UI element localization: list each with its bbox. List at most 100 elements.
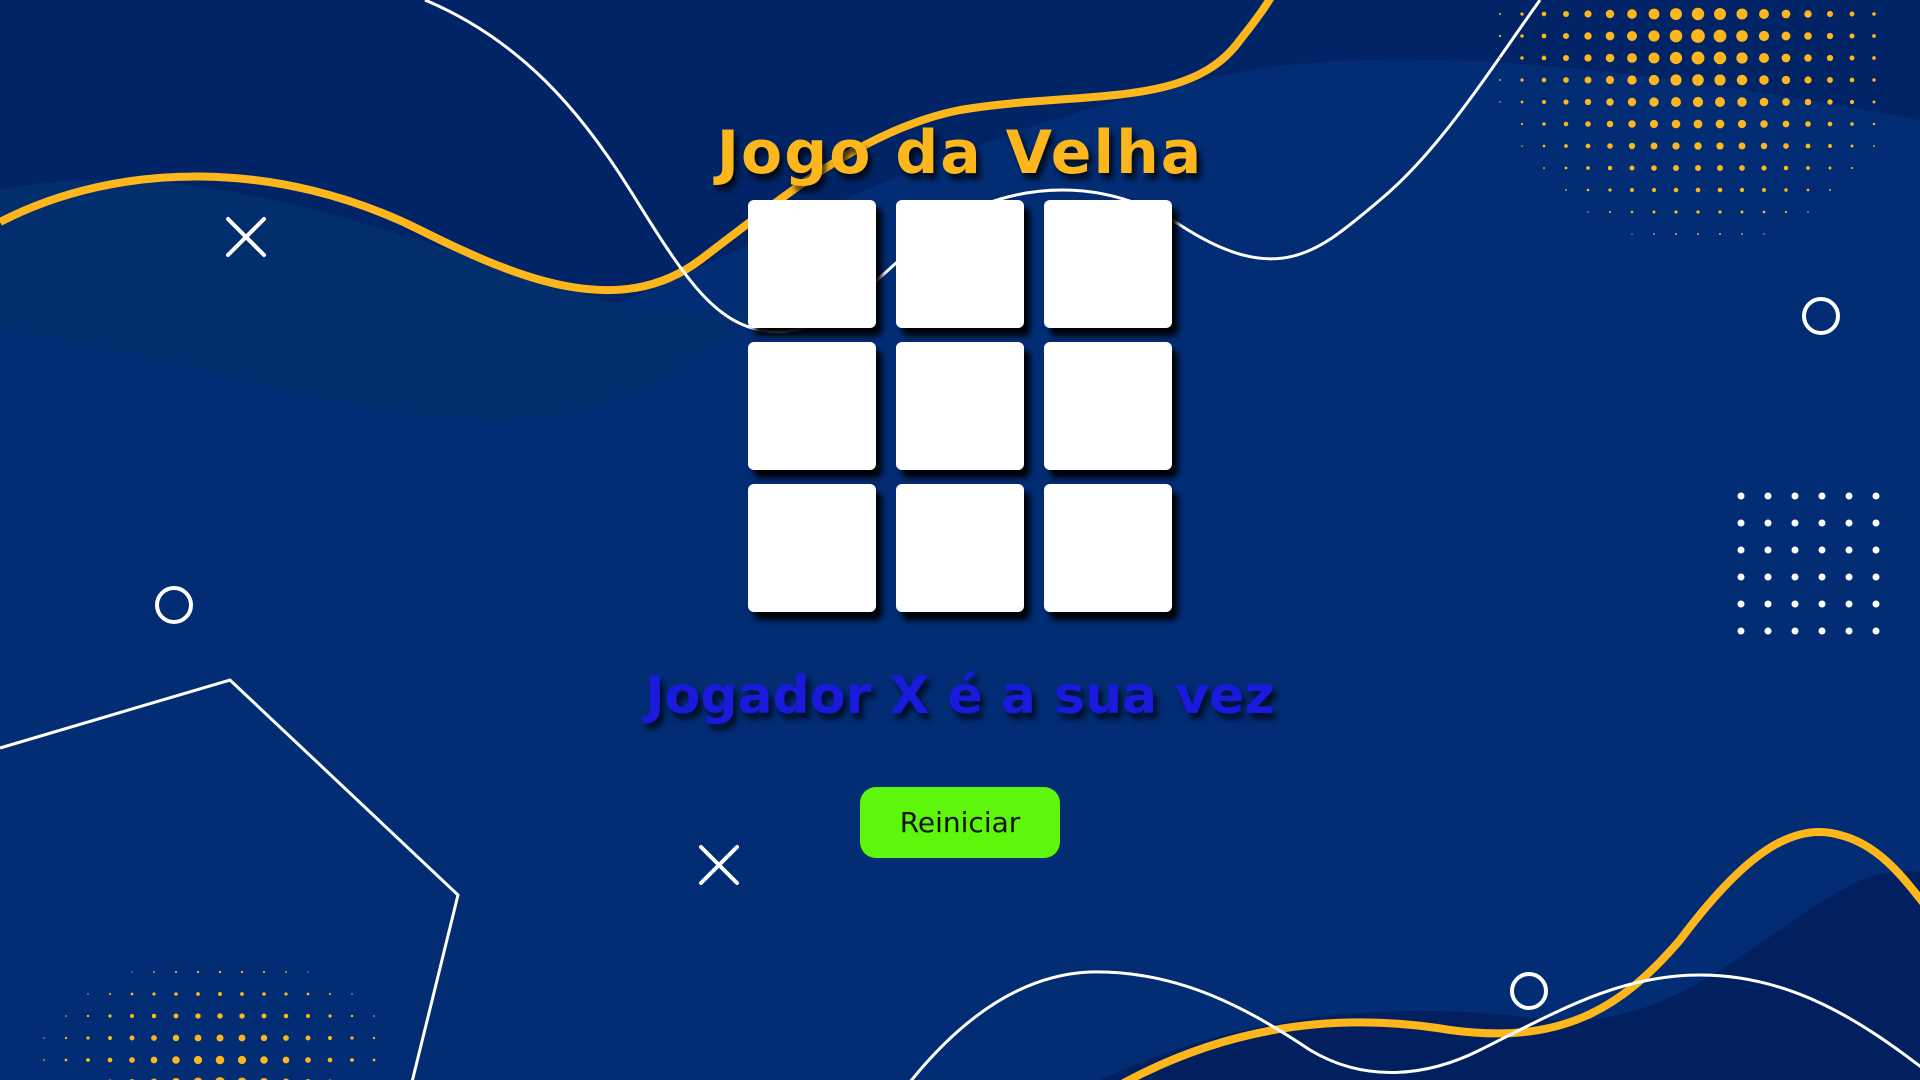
- board-cell-3[interactable]: [1044, 200, 1172, 328]
- decor-dot: [131, 971, 133, 973]
- decor-dot: [1872, 100, 1876, 104]
- decor-dot: [218, 992, 222, 996]
- board-cell-5[interactable]: [896, 342, 1024, 470]
- decor-dot: [1845, 627, 1853, 635]
- decor-dot: [1541, 99, 1547, 105]
- decor-dot: [1605, 53, 1615, 63]
- decor-dot: [1520, 12, 1524, 16]
- decor-dot: [129, 1057, 135, 1063]
- decor-dot: [1498, 56, 1502, 60]
- decor-dot: [1520, 34, 1524, 38]
- decor-dot: [1562, 54, 1570, 62]
- board-cell-7[interactable]: [748, 484, 876, 612]
- decor-dot: [194, 1034, 202, 1042]
- decor-dot: [1584, 54, 1592, 62]
- decor-dot: [1781, 9, 1791, 19]
- decor-dot: [1736, 52, 1748, 64]
- decor-dot: [1691, 29, 1705, 43]
- decor-dot: [1695, 187, 1701, 193]
- decor-dot: [1827, 99, 1833, 105]
- decor-dot: [153, 971, 155, 973]
- decor-dot: [1764, 600, 1772, 608]
- decor-dot: [1872, 34, 1876, 38]
- decor-dot: [1714, 74, 1726, 86]
- decor-dot: [1807, 211, 1809, 213]
- decor-dot: [1764, 492, 1772, 500]
- decor-dot: [107, 1035, 113, 1041]
- decor-dot: [1784, 210, 1788, 214]
- decor-dot: [1764, 573, 1772, 581]
- decor-dot: [1541, 55, 1547, 61]
- decor-dot: [1563, 11, 1569, 17]
- decor-dot: [130, 1014, 134, 1018]
- decor-dot: [1608, 210, 1612, 214]
- decor-dot: [87, 993, 89, 995]
- decor-dot: [305, 1057, 311, 1063]
- decor-dot: [108, 992, 112, 996]
- decor-dot: [1562, 32, 1570, 40]
- board-cell-9[interactable]: [1044, 484, 1172, 612]
- decor-dot: [1736, 74, 1748, 86]
- decor-dot: [1806, 188, 1810, 192]
- decor-dot: [1849, 77, 1855, 83]
- board-cell-6[interactable]: [1044, 342, 1172, 470]
- decor-dot: [327, 1035, 333, 1041]
- decor-dot: [240, 992, 244, 996]
- decor-dot: [1764, 519, 1772, 527]
- decor-dot: [261, 1013, 267, 1019]
- decor-dot: [1627, 31, 1637, 41]
- decor-dot: [1737, 573, 1745, 581]
- decor-dot: [1872, 573, 1880, 581]
- decor-dot: [237, 1055, 247, 1065]
- decor-dot: [1697, 233, 1699, 235]
- decor-dot: [1563, 99, 1569, 105]
- decor-dot: [1818, 627, 1826, 635]
- restart-button[interactable]: Reiniciar: [860, 787, 1060, 858]
- decor-dot: [1781, 53, 1791, 63]
- decor-dot: [1804, 10, 1812, 18]
- decor-dot: [1872, 600, 1880, 608]
- decor-dot: [1827, 77, 1833, 83]
- board-cell-8[interactable]: [896, 484, 1024, 612]
- decor-dot: [174, 970, 178, 974]
- decor-dot: [1818, 546, 1826, 554]
- decor-dot: [1818, 600, 1826, 608]
- board-cell-1[interactable]: [748, 200, 876, 328]
- decor-dot: [1741, 233, 1743, 235]
- decor-dot: [1818, 573, 1826, 581]
- decor-dot: [130, 992, 134, 996]
- decor-dot: [1520, 100, 1524, 104]
- decor-dot: [1804, 76, 1812, 84]
- board-cell-2[interactable]: [896, 200, 1024, 328]
- decor-dot: [1758, 52, 1770, 64]
- decor-dot: [285, 971, 287, 973]
- decor-dot: [306, 1014, 310, 1018]
- decor-dot: [240, 970, 244, 974]
- decor-dot: [1608, 188, 1612, 192]
- decor-dot: [1605, 75, 1615, 85]
- decor-dot: [1563, 77, 1569, 83]
- decor-dot: [1692, 96, 1704, 108]
- decor-dot: [1739, 187, 1745, 193]
- decor-dot: [1872, 56, 1876, 60]
- decor-dot: [64, 1036, 68, 1040]
- decor-dot: [1763, 233, 1765, 235]
- decor-dot: [1759, 9, 1769, 19]
- decor-dot: [1759, 75, 1769, 85]
- decor-dot: [216, 1034, 224, 1042]
- decor-dot: [174, 992, 178, 996]
- decor-dot: [1651, 187, 1657, 193]
- decor-dot: [260, 1034, 268, 1042]
- decor-dot: [327, 1057, 333, 1063]
- decor-dot: [350, 1014, 354, 1018]
- decor-dot: [1715, 97, 1725, 107]
- decor-dot: [1671, 97, 1681, 107]
- decor-dot: [1736, 30, 1748, 42]
- decor-dot: [1692, 74, 1704, 86]
- decor-dot: [307, 971, 309, 973]
- board-cell-4[interactable]: [748, 342, 876, 470]
- decor-dot: [1498, 12, 1502, 16]
- decor-dot: [1872, 627, 1880, 635]
- decor-dot: [1872, 492, 1880, 500]
- decor-dot: [107, 1057, 113, 1063]
